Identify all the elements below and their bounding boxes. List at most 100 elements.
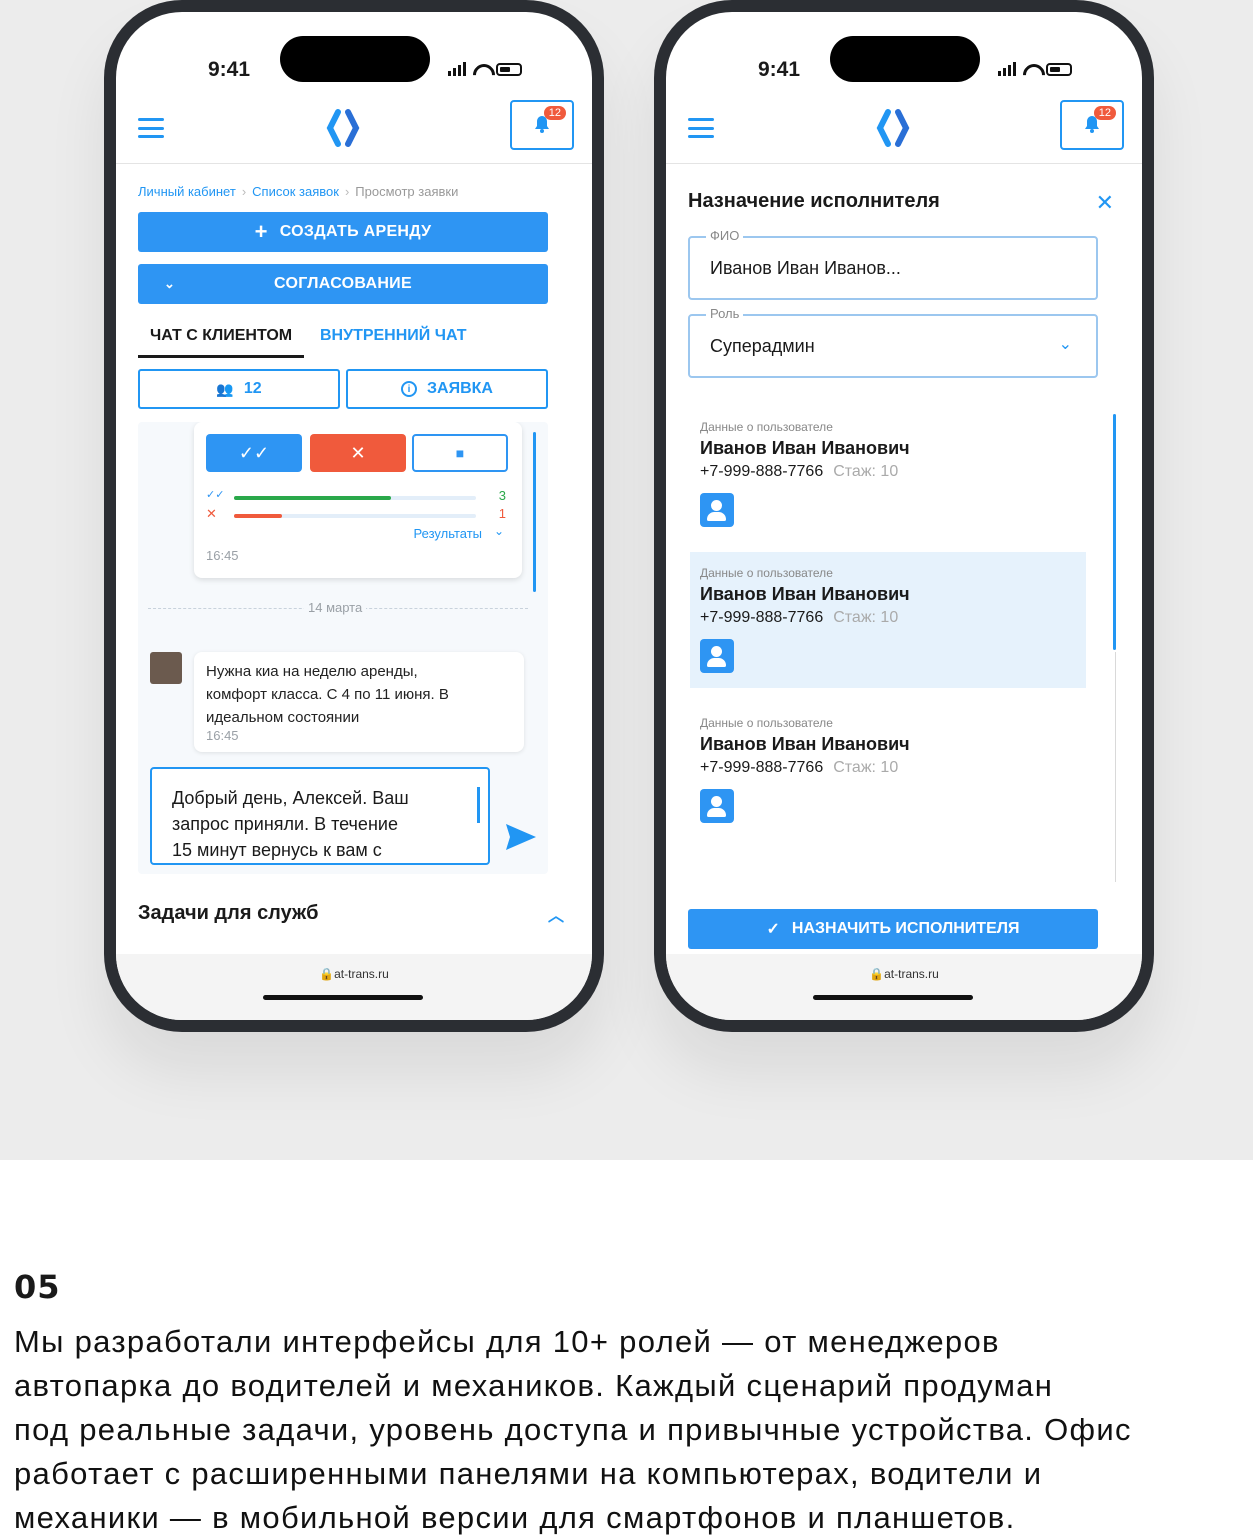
check-icon: ✓ <box>766 921 780 938</box>
app-logo[interactable] <box>876 108 910 148</box>
notification-badge: 12 <box>543 106 566 120</box>
user-phone: +7-999-888-7766 <box>700 759 824 776</box>
request-button[interactable]: i ЗАЯВКА <box>346 369 548 409</box>
message-time: 16:45 <box>206 548 239 563</box>
battery-icon <box>1046 63 1072 76</box>
user-name: Иванов Иван Иванович <box>700 584 910 604</box>
message-text: Нужна киа на неделю аренды, комфорт клас… <box>206 663 449 726</box>
user-phone: +7-999-888-7766 <box>700 463 824 480</box>
reject-progress <box>234 514 282 518</box>
home-indicator[interactable] <box>813 995 973 1000</box>
role-value: Суперадмин <box>710 336 815 356</box>
approval-button[interactable]: ⌄ СОГЛАСОВАНИЕ <box>138 264 548 304</box>
wifi-icon <box>1023 64 1039 76</box>
close-icon[interactable]: ✕ <box>1096 190 1114 216</box>
breadcrumb-item[interactable]: Личный кабинет <box>138 184 236 199</box>
menu-icon[interactable] <box>688 118 714 138</box>
date-divider: 14 марта <box>304 600 367 615</box>
home-indicator[interactable] <box>263 995 423 1000</box>
approve-count: 3 <box>498 488 506 503</box>
phone-assign: 9:41 12 Назначение исполнителя ✕ ФИО Ива… <box>654 0 1154 1032</box>
chat-tabs: ЧАТ С КЛИЕНТОМ ВНУТРЕННИЙ ЧАТ <box>138 324 548 358</box>
poll-card: ✓✓ ✕ ■ ✓✓ 3 ✕ 1 Результаты ⌄ 16:45 <box>194 422 522 578</box>
status-time: 9:41 <box>208 58 251 81</box>
notifications-button[interactable]: 12 <box>510 100 574 150</box>
plus-icon: + <box>254 219 268 244</box>
user-name: Иванов Иван Иванович <box>700 438 910 458</box>
double-check-icon: ✓✓ <box>206 489 225 501</box>
status-time: 9:41 <box>758 58 801 81</box>
user-card[interactable]: Данные о пользователе Иванов Иван Иванов… <box>690 406 1086 542</box>
app-bar: 12 <box>116 100 592 164</box>
users-icon: 👥 <box>216 380 234 397</box>
chevron-down-icon: ⌄ <box>1058 336 1072 353</box>
reject-button[interactable]: ✕ <box>310 434 406 472</box>
close-icon: ✕ <box>350 442 366 463</box>
phone-screen: 9:41 12 Назначение исполнителя ✕ ФИО Ива… <box>666 12 1142 1020</box>
close-icon: ✕ <box>206 506 217 521</box>
user-experience: Стаж: 10 <box>833 759 899 776</box>
user-card-selected[interactable]: Данные о пользователе Иванов Иван Иванов… <box>690 552 1086 688</box>
lock-icon: 🔒 <box>869 967 885 981</box>
phone-chat: 9:41 12 Личный кабинет › Список заявок › Про… <box>104 0 604 1032</box>
signal-icon <box>998 62 1016 76</box>
dynamic-island <box>280 36 430 82</box>
assign-user-icon[interactable] <box>700 789 734 823</box>
delete-button[interactable]: ■ <box>412 434 508 472</box>
chevron-down-icon: ⌄ <box>164 276 176 291</box>
chat-area: ✓✓ ✕ ■ ✓✓ 3 ✕ 1 Результаты ⌄ 16:45 14 ма… <box>138 422 548 874</box>
send-icon[interactable] <box>504 822 538 852</box>
participants-button[interactable]: 👥 12 <box>138 369 340 409</box>
status-icons <box>998 62 1072 76</box>
create-rent-button[interactable]: + СОЗДАТЬ АРЕНДУ <box>138 212 548 252</box>
avatar <box>150 652 182 684</box>
approve-button[interactable]: ✓✓ <box>206 434 302 472</box>
phone-screen: 9:41 12 Личный кабинет › Список заявок › Про… <box>116 12 592 1020</box>
user-experience: Стаж: 10 <box>833 609 899 626</box>
message-input[interactable]: Добрый день, Алексей. Ваш запрос приняли… <box>150 767 490 865</box>
browser-url[interactable]: 🔒at-trans.ru <box>666 967 1142 981</box>
approve-progress <box>234 496 391 500</box>
assign-executor-button[interactable]: ✓ НАЗНАЧИТЬ ИСПОЛНИТЕЛЯ <box>688 909 1098 949</box>
user-phone: +7-999-888-7766 <box>700 609 824 626</box>
breadcrumb-current: Просмотр заявки <box>355 184 459 199</box>
tasks-section-header[interactable]: Задачи для служб ︿ <box>138 902 570 925</box>
role-select[interactable]: Роль Суперадмин ⌄ <box>688 306 1098 378</box>
fio-field[interactable]: ФИО Иванов Иван Иванов... <box>688 228 1098 300</box>
menu-icon[interactable] <box>138 118 164 138</box>
breadcrumb-item[interactable]: Список заявок <box>252 184 339 199</box>
signal-icon <box>448 62 466 76</box>
tab-internal-chat[interactable]: ВНУТРЕННИЙ ЧАТ <box>320 324 467 358</box>
message-time: 16:45 <box>206 728 239 743</box>
dynamic-island <box>830 36 980 82</box>
results-link[interactable]: Результаты <box>414 526 482 541</box>
app-bar: 12 <box>666 100 1142 164</box>
trash-icon: ■ <box>455 445 465 461</box>
wifi-icon <box>473 64 489 76</box>
section-description: Мы разработали интерфейсы для 10+ ролей … <box>14 1324 1132 1535</box>
modal-title: Назначение исполнителя <box>688 190 940 212</box>
chevron-down-icon: ⌄ <box>493 524 504 538</box>
status-icons <box>448 62 522 76</box>
fio-label: ФИО <box>706 228 744 243</box>
client-message: Нужна киа на неделю аренды, комфорт клас… <box>194 652 524 752</box>
info-icon: i <box>401 381 418 397</box>
hero-background: 9:41 12 Личный кабинет › Список заявок › Про… <box>0 0 1253 1160</box>
fio-value: Иванов Иван Иванов... <box>710 258 901 278</box>
list-scrollbar[interactable] <box>1113 414 1116 650</box>
chat-scrollbar[interactable] <box>533 432 536 592</box>
assign-user-icon[interactable] <box>700 639 734 673</box>
lock-icon: 🔒 <box>319 967 335 981</box>
browser-url[interactable]: 🔒at-trans.ru <box>116 967 592 981</box>
role-label: Роль <box>706 306 744 321</box>
app-logo[interactable] <box>326 108 360 148</box>
notification-badge: 12 <box>1093 106 1116 120</box>
tab-client-chat[interactable]: ЧАТ С КЛИЕНТОМ <box>138 324 305 358</box>
assign-user-icon[interactable] <box>700 493 734 527</box>
user-card[interactable]: Данные о пользователе Иванов Иван Иванов… <box>690 702 1086 838</box>
battery-icon <box>496 63 522 76</box>
user-experience: Стаж: 10 <box>833 463 899 480</box>
breadcrumb: Личный кабинет › Список заявок › Просмотр за… <box>138 184 459 199</box>
user-name: Иванов Иван Иванович <box>700 734 910 754</box>
notifications-button[interactable]: 12 <box>1060 100 1124 150</box>
